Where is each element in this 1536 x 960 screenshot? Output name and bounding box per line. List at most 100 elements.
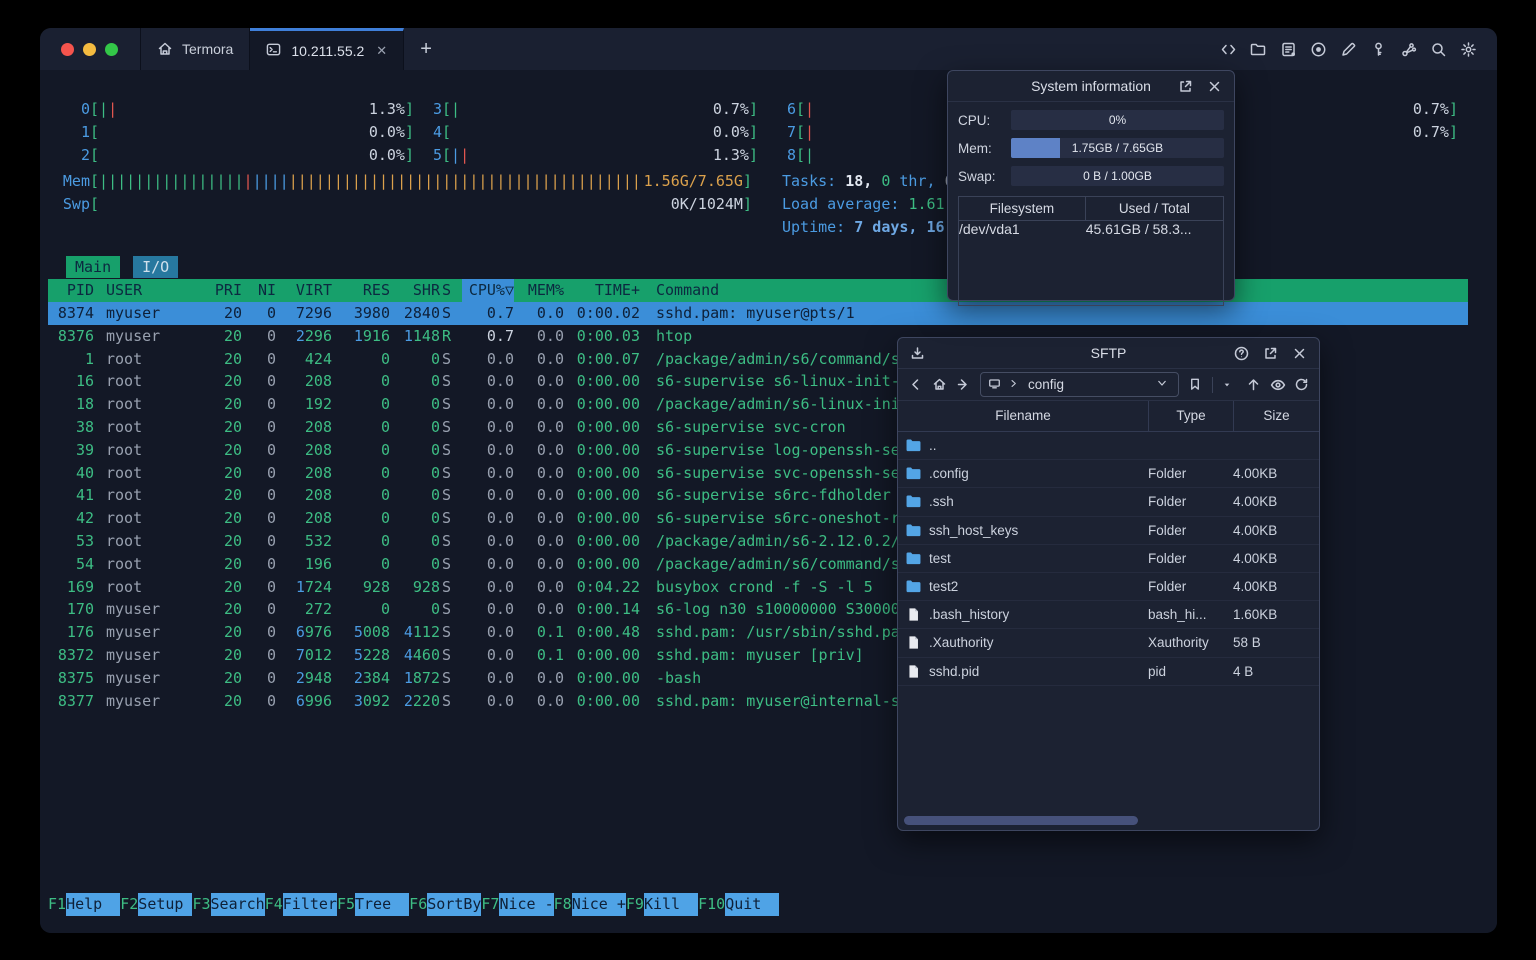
mem-bar: 1.75GB / 7.65GB	[1011, 138, 1224, 158]
memory-meter: Mem[||||||||||||||||||||||||||||||||||||…	[62, 170, 752, 193]
close-icon[interactable]	[1292, 346, 1307, 361]
column-header-mem: MEM%	[527, 281, 564, 299]
file-row[interactable]: test2 Folder 4.00KB	[898, 573, 1319, 602]
path-breadcrumb[interactable]: config	[980, 372, 1179, 397]
close-window-button[interactable]	[61, 42, 74, 56]
refresh-icon[interactable]	[1294, 377, 1309, 392]
file-row[interactable]: .Xauthority Xauthority 58 B	[898, 629, 1319, 658]
zoom-window-button[interactable]	[105, 42, 118, 56]
home-icon	[157, 41, 174, 58]
chevron-right-icon	[1008, 377, 1023, 392]
code-icon[interactable]	[1220, 41, 1237, 58]
forward-button[interactable]	[956, 377, 971, 392]
toolbar-divider	[1212, 376, 1213, 393]
key-icon[interactable]	[1370, 41, 1387, 58]
new-tab-button[interactable]: +	[404, 28, 448, 70]
filesystem-row[interactable]: /dev/vda1 45.61GB / 58.3...	[959, 221, 1223, 237]
file-row[interactable]: sshd.pid pid 4 B	[898, 658, 1319, 686]
uptime-stat: Uptime: 7 days, 16:2	[782, 218, 963, 236]
file-row[interactable]: .ssh Folder 4.00KB	[898, 488, 1319, 517]
minimize-window-button[interactable]	[83, 42, 96, 56]
column-header-ni: NI	[257, 281, 276, 299]
titlebar-toolbar	[1220, 28, 1497, 70]
swap-usage-row: Swap: 0 B / 1.00GB	[958, 166, 1224, 186]
fn-label-f8[interactable]: Nice +	[571, 893, 626, 916]
tab-session[interactable]: 10.211.55.2 ✕	[250, 28, 405, 70]
htop-tab-io[interactable]: I/O	[133, 256, 179, 278]
home-button[interactable]	[932, 377, 947, 392]
scrollbar-thumb[interactable]	[904, 816, 1138, 825]
fn-label-f6[interactable]: SortBy	[427, 893, 481, 916]
file-icon	[909, 608, 918, 621]
fn-label-f1[interactable]: Help	[66, 893, 121, 916]
folder-icon	[906, 552, 921, 565]
cpu-meter-line: 3[| 0.7%]	[432, 100, 758, 118]
sessions-icon[interactable]	[1280, 41, 1297, 58]
eye-icon[interactable]	[1270, 377, 1286, 392]
file-row[interactable]: .bash_history bash_hi... 1.60KB	[898, 601, 1319, 630]
bookmark-icon[interactable]	[1188, 377, 1203, 392]
folder-icon	[906, 496, 921, 508]
cpu-meter-column-2: 3[| 0.7%] 4[0.0%] 5[|| 1.3%]	[428, 98, 758, 167]
file-row[interactable]: .config Folder 4.00KB	[898, 460, 1319, 489]
cpu-label: CPU:	[958, 112, 991, 128]
column-header-cpu[interactable]: CPU%▽	[462, 279, 514, 302]
cpu-meter-line: 1[0.0%]	[80, 123, 414, 141]
column-header-res: RES	[362, 281, 390, 299]
help-icon[interactable]	[1234, 346, 1249, 361]
fn-key-f10[interactable]: F10	[698, 893, 725, 916]
breadcrumb-path: config	[1028, 377, 1065, 392]
process-row[interactable]: 8374 myuser 20 0 7296 3980 2840 S 0.7 0.0 0:00.02 s…	[48, 302, 1468, 325]
up-directory-button[interactable]	[1246, 377, 1261, 392]
record-icon[interactable]	[1310, 41, 1327, 58]
fn-label-f10[interactable]: Quit	[725, 893, 780, 916]
mem-usage-row: Mem: 1.75GB / 7.65GB	[958, 138, 1224, 158]
fn-key-f3[interactable]: F3	[192, 893, 210, 916]
edit-icon[interactable]	[1340, 41, 1357, 58]
fn-label-f5[interactable]: Tree	[355, 893, 410, 916]
horizontal-scrollbar[interactable]	[902, 816, 1313, 825]
fn-label-f3[interactable]: Search	[210, 893, 265, 916]
fn-key-f5[interactable]: F5	[337, 893, 355, 916]
fn-key-f2[interactable]: F2	[120, 893, 138, 916]
bookmark-caret-icon[interactable]	[1222, 377, 1237, 392]
sftp-title-bar[interactable]: SFTP	[898, 338, 1319, 369]
chevron-down-icon[interactable]	[1156, 377, 1171, 392]
close-icon[interactable]	[1207, 79, 1222, 94]
sftp-panel: SFTP config Filename Type Size .. .confi…	[897, 337, 1320, 831]
file-row[interactable]: ssh_host_keys Folder 4.00KB	[898, 517, 1319, 545]
fn-key-f9[interactable]: F9	[626, 893, 644, 916]
settings-icon[interactable]	[1460, 41, 1477, 58]
fn-key-f7[interactable]: F7	[481, 893, 499, 916]
fn-label-f7[interactable]: Nice -	[499, 893, 554, 916]
open-external-icon[interactable]	[1178, 79, 1193, 94]
file-table-header[interactable]: Filename Type Size	[898, 401, 1319, 432]
file-row[interactable]: ..	[898, 432, 1319, 461]
fn-label-f9[interactable]: Kill	[643, 893, 699, 916]
terminal-icon	[266, 42, 283, 59]
load-average-stat: Load average: 1.61 1	[782, 195, 963, 213]
cpu-usage-row: CPU: 0%	[958, 110, 1224, 130]
fn-key-f1[interactable]: F1	[48, 893, 66, 916]
tab-termora[interactable]: Termora	[140, 28, 251, 70]
column-header-time: TIME+	[594, 281, 640, 299]
tab-close-icon[interactable]: ✕	[376, 43, 387, 59]
keychain-icon[interactable]	[1400, 41, 1417, 58]
back-button[interactable]	[908, 377, 923, 392]
cpu-bar: 0%	[1011, 110, 1224, 130]
fn-key-f4[interactable]: F4	[265, 893, 283, 916]
fn-key-f6[interactable]: F6	[409, 893, 427, 916]
process-table-header[interactable]: PID USER PRI NI VIRT RES SHR S CPU%▽ MEM% TIME+ Com…	[48, 279, 1468, 302]
htop-tab-main[interactable]: Main	[66, 256, 121, 278]
swap-bar: 0 B / 1.00GB	[1011, 166, 1224, 186]
folder-icon	[906, 580, 921, 593]
download-icon[interactable]	[910, 346, 925, 361]
search-icon[interactable]	[1430, 41, 1447, 58]
open-external-icon[interactable]	[1263, 346, 1278, 361]
fn-label-f4[interactable]: Filter	[282, 893, 337, 916]
folder-icon[interactable]	[1250, 41, 1267, 58]
fn-key-f8[interactable]: F8	[554, 893, 572, 916]
fn-label-f2[interactable]: Setup	[138, 893, 193, 916]
file-row[interactable]: test Folder 4.00KB	[898, 545, 1319, 573]
system-info-title-bar[interactable]: System information	[948, 71, 1234, 102]
